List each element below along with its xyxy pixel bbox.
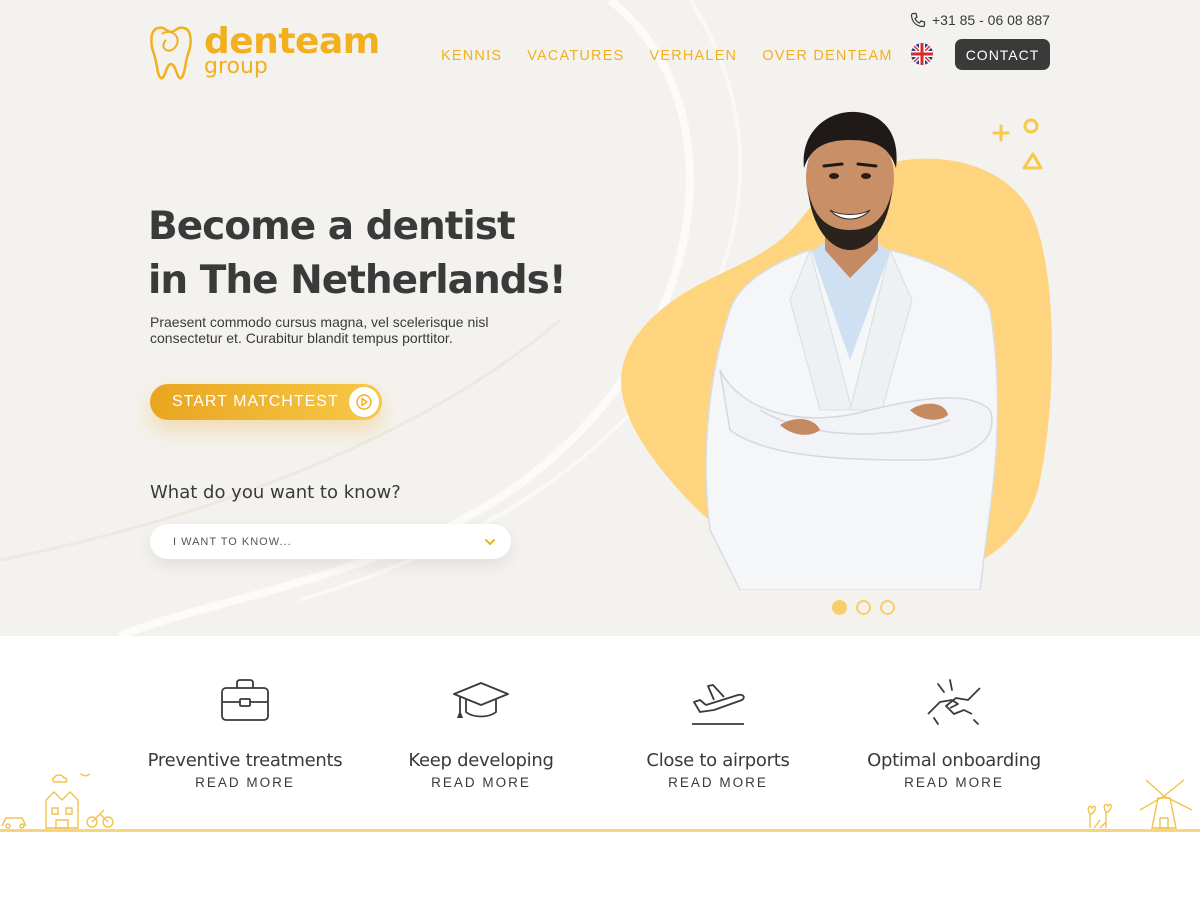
nav-item-over-denteam[interactable]: OVER DENTEAM (762, 48, 892, 64)
question-heading: What do you want to know? (150, 482, 401, 503)
hero-title-line2: in The Netherlands! (148, 258, 567, 303)
start-matchtest-button[interactable]: START MATCHTEST (150, 384, 382, 420)
phone-icon (910, 12, 926, 28)
features-section: Preventive treatments READ MORE Keep dev… (0, 636, 1200, 836)
slider-dot-3[interactable] (880, 600, 895, 615)
read-more-link[interactable]: READ MORE (834, 775, 1074, 790)
slider-dot-1[interactable] (832, 600, 847, 615)
phone-text: +31 85 - 06 08 887 (932, 12, 1050, 28)
play-icon (349, 387, 379, 417)
feature-title: Preventive treatments (147, 750, 343, 771)
windmill-tulips-illustration-icon (1087, 779, 1193, 829)
feature-title: Keep developing (408, 750, 554, 771)
main-nav: KENNIS VACATURES VERHALEN OVER DENTEAM (441, 48, 918, 64)
dutch-town-illustration-icon (1, 773, 114, 829)
know-select[interactable]: I WANT TO KNOW... (150, 524, 511, 559)
brand-logo[interactable]: denteam group (148, 24, 380, 82)
feature-close-to-airports[interactable]: Close to airports READ MORE (598, 674, 838, 790)
phone-number[interactable]: +31 85 - 06 08 887 (910, 12, 1050, 28)
hero-title: Become a dentist in The Netherlands! (148, 200, 568, 308)
uk-flag-icon[interactable] (911, 43, 933, 65)
hero-section: denteam group +31 85 - 06 08 887 KENNIS … (0, 0, 1200, 636)
contact-button[interactable]: CONTACT (955, 39, 1050, 70)
feature-optimal-onboarding[interactable]: Optimal onboarding READ MORE (834, 674, 1074, 790)
airplane-icon (692, 684, 745, 725)
tooth-logo-icon (150, 26, 192, 80)
nav-item-vacatures[interactable]: VACATURES (527, 48, 624, 64)
ground-line (0, 829, 1200, 832)
feature-title: Optimal onboarding (867, 750, 1041, 771)
read-more-link[interactable]: READ MORE (125, 775, 365, 790)
feature-title: Close to airports (646, 750, 790, 771)
hero-description: Praesent commodo cursus magna, vel scele… (150, 314, 489, 346)
dentist-photo (705, 111, 999, 590)
feature-preventive-treatments[interactable]: Preventive treatments READ MORE (125, 674, 365, 790)
hero-title-line1: Become a dentist (148, 204, 516, 249)
start-matchtest-label: START MATCHTEST (172, 393, 339, 410)
chevron-down-icon (485, 539, 495, 546)
slider-dot-2[interactable] (856, 600, 871, 615)
feature-keep-developing[interactable]: Keep developing READ MORE (361, 674, 601, 790)
slider-dots (832, 600, 904, 615)
read-more-link[interactable]: READ MORE (598, 775, 838, 790)
select-placeholder: I WANT TO KNOW... (173, 535, 292, 548)
read-more-link[interactable]: READ MORE (361, 775, 601, 790)
briefcase-icon (221, 679, 269, 721)
nav-item-verhalen[interactable]: VERHALEN (649, 48, 737, 64)
nav-item-kennis[interactable]: KENNIS (441, 48, 502, 64)
handshake-icon (927, 679, 981, 725)
graduation-cap-icon (453, 682, 509, 718)
